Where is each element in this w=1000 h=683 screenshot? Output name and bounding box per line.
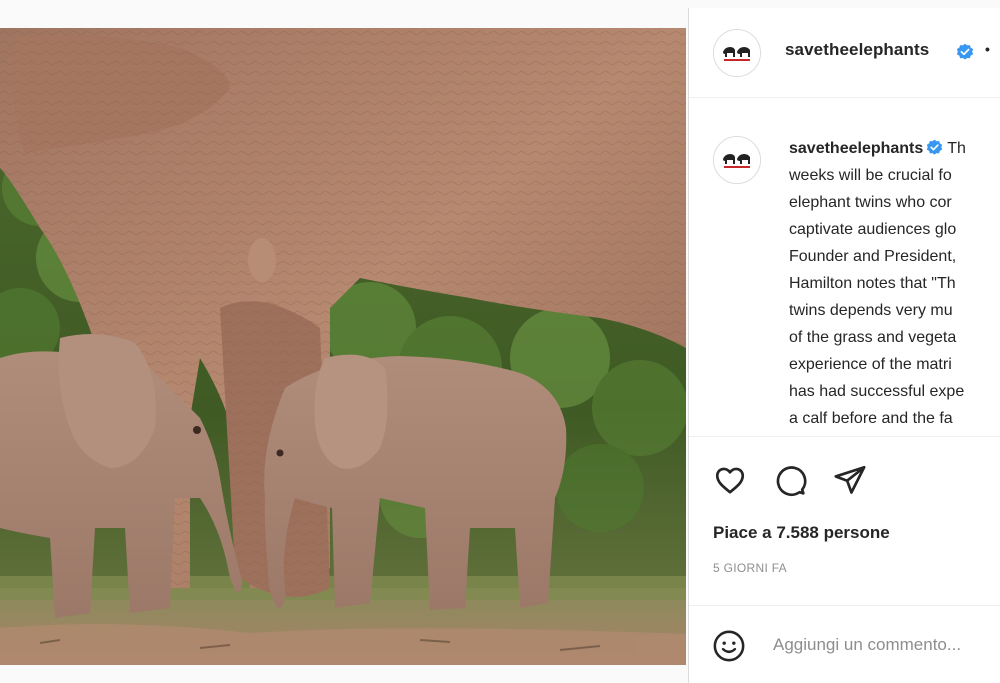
share-icon bbox=[834, 465, 866, 494]
caption-line: has had successful expe bbox=[789, 383, 965, 400]
emoji-icon bbox=[713, 630, 745, 662]
caption-line: savetheelephants Th bbox=[789, 135, 1000, 162]
caption-line: twins depends very mu bbox=[789, 302, 953, 319]
caption-avatar[interactable] bbox=[713, 136, 761, 184]
post-caption: savetheelephants Th weeks will be crucial… bbox=[789, 135, 1000, 432]
post-header: savetheelephants • bbox=[689, 8, 1000, 98]
caption-username[interactable]: savetheelephants bbox=[789, 140, 923, 157]
caption-line: weeks will be crucial fo bbox=[789, 167, 952, 184]
share-button[interactable] bbox=[830, 460, 870, 500]
caption-text: Th bbox=[947, 140, 966, 157]
verified-badge-icon bbox=[956, 43, 974, 60]
avatar[interactable] bbox=[713, 29, 761, 77]
post-author-username[interactable]: savetheelephants bbox=[785, 40, 929, 60]
header-separator: • bbox=[985, 41, 990, 57]
comment-input[interactable] bbox=[773, 628, 1000, 662]
caption-line: Founder and President, bbox=[789, 248, 957, 265]
add-comment-bar bbox=[689, 605, 1000, 683]
caption-line: experience of the matri bbox=[789, 356, 952, 373]
like-button[interactable] bbox=[710, 460, 750, 500]
verified-badge-icon bbox=[927, 139, 943, 155]
caption-line: a calf before and the fa bbox=[789, 410, 953, 427]
caption-line: captivate audiences glo bbox=[789, 221, 957, 238]
post-image[interactable] bbox=[0, 28, 686, 665]
logo-icon bbox=[714, 137, 760, 183]
comment-button[interactable] bbox=[770, 460, 810, 500]
emoji-button[interactable] bbox=[709, 626, 749, 666]
post-frame: savetheelephants • savetheelephants Th we… bbox=[0, 0, 1000, 683]
caption-line: elephant twins who cor bbox=[789, 194, 952, 211]
post-details-panel: savetheelephants • savetheelephants Th we… bbox=[688, 8, 1000, 683]
caption-line: Hamilton notes that "Th bbox=[789, 275, 956, 292]
post-timestamp[interactable]: 5 GIORNI FA bbox=[713, 561, 787, 575]
comment-icon bbox=[776, 466, 807, 497]
elephants-photo bbox=[0, 28, 686, 665]
caption-line: of the grass and vegeta bbox=[789, 329, 957, 346]
caption-section: savetheelephants Th weeks will be crucial… bbox=[689, 99, 1000, 437]
heart-icon bbox=[715, 467, 745, 494]
post-actions: Piace a 7.588 persone 5 GIORNI FA bbox=[689, 438, 1000, 606]
logo-icon bbox=[714, 30, 760, 76]
likes-count[interactable]: Piace a 7.588 persone bbox=[713, 523, 890, 543]
